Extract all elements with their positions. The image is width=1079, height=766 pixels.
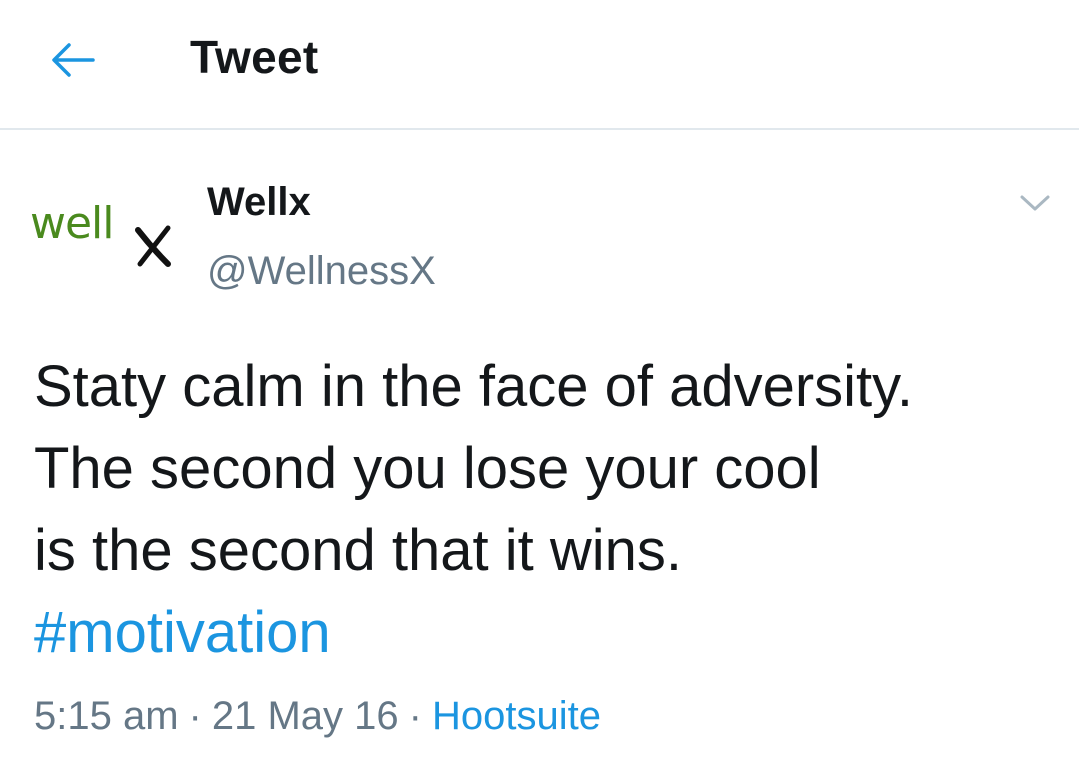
tweet-text: Staty calm in the face of adversity. The… [34, 346, 1064, 674]
page-title: Tweet [190, 31, 319, 83]
meta-separator: · [188, 694, 202, 738]
more-options-button[interactable] [1012, 186, 1058, 220]
tweet-line: Staty calm in the face of adversity. [34, 354, 913, 419]
x-mark-icon [135, 225, 171, 267]
meta-separator: · [408, 694, 422, 738]
avatar-logo-text: well [30, 198, 115, 249]
avatar[interactable]: well [30, 190, 180, 280]
back-button[interactable] [46, 36, 98, 84]
author-name[interactable]: Wellx [207, 180, 311, 225]
author-handle[interactable]: @WellnessX [207, 249, 436, 294]
hashtag-link[interactable]: #motivation [34, 600, 331, 665]
top-bar: Tweet [0, 0, 1079, 130]
tweet-line: is the second that it wins. [34, 518, 682, 583]
chevron-down-icon [1020, 195, 1050, 211]
arrow-left-icon [52, 43, 95, 77]
tweet-date: 21 May 16 [211, 694, 399, 738]
source-link[interactable]: Hootsuite [432, 694, 601, 738]
tweet-line: The second you lose your cool [34, 436, 821, 501]
tweet-time: 5:15 am [34, 694, 179, 738]
tweet-meta: 5:15 am · 21 May 16 · Hootsuite [34, 694, 601, 739]
